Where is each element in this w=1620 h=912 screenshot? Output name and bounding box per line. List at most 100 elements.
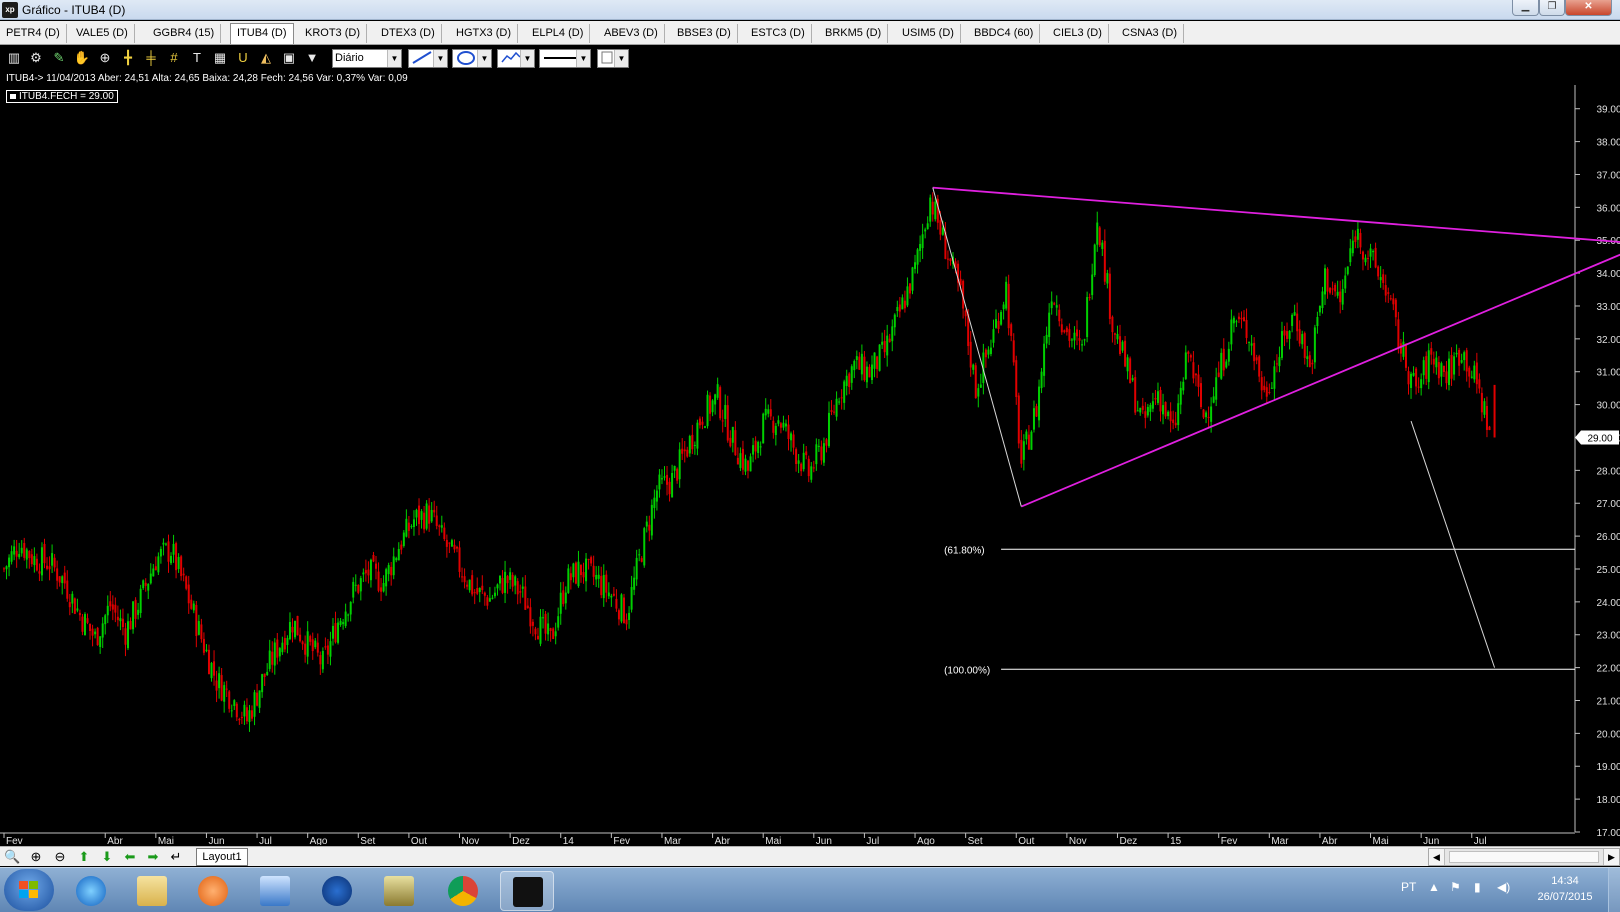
tab-krot3[interactable]: KROT3 (D) [299,24,367,43]
scroll-left-icon[interactable]: ◀ [1429,849,1445,865]
taskbar-remote-desktop[interactable] [248,871,302,911]
pencil-icon[interactable]: ✎ [50,49,68,67]
minimize-button[interactable]: ▁ [1512,0,1539,16]
text-icon[interactable]: T [188,49,206,67]
candle-body [1402,341,1405,357]
zoom-in-icon[interactable]: ⊕ [28,849,44,865]
scroll-thumb[interactable] [1449,851,1599,863]
zoom-area-icon[interactable]: ⊕ [96,49,114,67]
tab-brkm5[interactable]: BRKM5 (D) [819,24,889,43]
show-hidden-icons-icon[interactable]: ▲ [1428,880,1440,894]
candle-body [35,558,38,571]
maximize-button[interactable]: ❐ [1539,0,1565,16]
tab-elpl4[interactable]: ELPL4 (D) [526,24,591,43]
candle-body [645,521,648,527]
candle-body [840,397,843,399]
taskbar-explorer[interactable] [125,871,179,911]
gear-icon[interactable]: ⚙ [27,49,45,67]
y-tick-label: 21.00 [1596,696,1620,707]
tab-vale5[interactable]: VALE5 (D) [70,24,135,43]
taskbar-xp[interactable] [500,871,554,911]
candle-body [896,307,899,311]
volume-icon[interactable]: ◀) [1497,880,1510,894]
tab-petr4[interactable]: PETR4 (D) [0,24,67,43]
candle-body [941,227,944,235]
tab-abev3[interactable]: ABEV3 (D) [598,24,665,43]
series-legend[interactable]: ITUB4.FECH = 29.00 [6,90,118,103]
price-chart[interactable]: 39.0038.0037.0036.0035.0034.0033.0032.00… [0,85,1620,845]
show-desktop-button[interactable] [1608,868,1620,912]
return-icon[interactable]: ↵ [168,849,184,865]
candle-body [86,618,89,623]
hand-icon[interactable]: ✋ [73,49,91,67]
line-style-select[interactable]: ▼ [539,49,591,68]
candle-body [706,394,709,427]
tab-dtex3[interactable]: DTEX3 (D) [375,24,442,43]
candle-body [423,512,426,530]
candle-body [1063,330,1066,333]
zoom-icon[interactable]: 🔍 [4,849,20,865]
candle-body [119,618,122,622]
candle-body [1480,392,1483,413]
magnet-icon[interactable]: U [234,49,252,67]
candle-body [3,568,5,570]
candle-body [362,572,365,575]
candle-body [1156,391,1159,403]
horizontal-scrollbar[interactable]: ◀ ▶ [1428,848,1620,866]
taskbar-ie[interactable] [64,871,118,911]
candle-body [1222,348,1225,371]
bar-chart-icon[interactable]: ▥ [5,49,23,67]
indicator-select[interactable]: ▼ [497,49,535,68]
start-button[interactable] [4,869,54,911]
horizontal-lines-icon[interactable]: ╪ [142,49,160,67]
candle-body [1255,357,1258,361]
arrow-up-icon[interactable]: ⬆ [76,849,92,865]
taskbar-hp[interactable] [310,871,364,911]
tab-hgtx3[interactable]: HGTX3 (D) [450,24,518,43]
taskbar-media-player[interactable] [186,871,240,911]
tab-ggbr4[interactable]: GGBR4 (15) [147,24,222,43]
candle-body [1412,372,1415,376]
bucket-icon[interactable]: ◭ [257,49,275,67]
candle-body [635,557,638,580]
tab-estc3[interactable]: ESTC3 (D) [745,24,812,43]
candle-body [1364,257,1367,263]
language-indicator[interactable]: PT [1401,880,1416,894]
candle-body [865,366,868,383]
candle-body [1316,317,1319,327]
close-button[interactable]: ✕ [1565,0,1612,16]
filter-icon[interactable]: ▼ [303,49,321,67]
table-icon[interactable]: ▦ [211,49,229,67]
tab-itub4[interactable]: ITUB4 (D) [230,23,294,44]
taskbar-clock[interactable]: 14:34 26/07/2015 [1530,873,1600,905]
taskbar-chrome[interactable] [436,871,490,911]
color-select[interactable]: ▼ [597,49,629,68]
lock-icon[interactable]: ▣ [280,49,298,67]
action-center-icon[interactable]: ⚑ [1450,880,1461,894]
arrow-down-icon[interactable]: ⬇ [99,849,115,865]
arrow-right-icon[interactable]: ➡ [145,849,161,865]
tab-csna3[interactable]: CSNA3 (D) [1116,24,1185,43]
candle-body [1202,409,1205,418]
taskbar-scanner[interactable] [372,871,426,911]
grid-lines-icon[interactable]: # [165,49,183,67]
candle-body [357,584,360,593]
line-tool-select[interactable]: ▼ [408,49,448,68]
candle-body [929,197,932,222]
candle-body [673,465,676,471]
scroll-right-icon[interactable]: ▶ [1603,849,1619,865]
tab-bbdc4[interactable]: BBDC4 (60) [968,24,1041,43]
network-icon[interactable]: ▮ [1474,880,1481,894]
shape-tool-select[interactable]: ▼ [452,49,492,68]
arrow-left-icon[interactable]: ⬅ [122,849,138,865]
zoom-out-icon[interactable]: ⊖ [52,849,68,865]
layout-tab[interactable]: Layout1 [196,848,248,866]
period-select[interactable]: Diário ▼ [332,49,402,68]
crosshair-icon[interactable]: ╋ [119,49,137,67]
tab-usim5[interactable]: USIM5 (D) [896,24,961,43]
tab-bbse3[interactable]: BBSE3 (D) [671,24,738,43]
candle-body [1422,360,1425,376]
candle-body [1055,305,1058,308]
tab-ciel3[interactable]: CIEL3 (D) [1047,24,1109,43]
scanner-icon [384,876,414,906]
